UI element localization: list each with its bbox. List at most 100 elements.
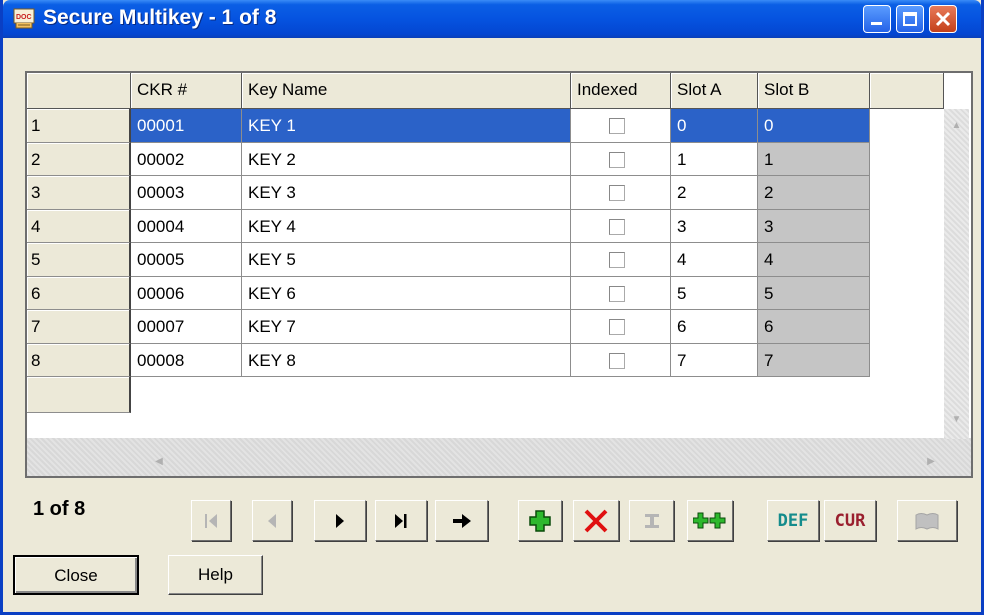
column-header-indexed[interactable]: Indexed	[571, 73, 671, 109]
next-record-icon	[336, 513, 344, 528]
title-bar[interactable]: DOC Secure Multikey - 1 of 8	[3, 0, 981, 38]
key-name-cell[interactable]: KEY 1	[242, 109, 571, 143]
indexed-checkbox[interactable]	[609, 285, 625, 302]
key-name-cell[interactable]: KEY 4	[242, 209, 571, 243]
last-record-button[interactable]	[375, 500, 427, 541]
key-name-cell[interactable]: KEY 3	[242, 176, 571, 210]
slot-a-cell[interactable]: 7	[671, 343, 758, 377]
minimize-icon	[871, 22, 882, 25]
row-selector[interactable]: 5	[27, 243, 131, 277]
indexed-cell[interactable]	[571, 310, 671, 344]
ckr-cell[interactable]: 00006	[131, 276, 242, 310]
scroll-left-arrow-icon[interactable]: ◀	[147, 451, 171, 473]
key-name-cell[interactable]: KEY 2	[242, 142, 571, 176]
slot-b-cell[interactable]: 6	[758, 310, 870, 344]
first-record-icon	[205, 513, 217, 528]
slot-b-cell[interactable]: 0	[758, 109, 870, 143]
ckr-cell[interactable]: 00004	[131, 209, 242, 243]
slot-b-cell[interactable]: 7	[758, 343, 870, 377]
edit-record-button[interactable]	[629, 500, 674, 541]
scroll-down-arrow-icon[interactable]: ▼	[944, 409, 969, 431]
key-name-cell[interactable]: KEY 5	[242, 243, 571, 277]
row-selector[interactable]: 2	[27, 142, 131, 176]
indexed-checkbox[interactable]	[609, 218, 625, 235]
secure-multikey-window: DOC Secure Multikey - 1 of 8 ▲ ▼ ◀ ▶ CKR…	[0, 0, 984, 615]
current-icon: CUR	[834, 510, 866, 531]
next-record-button[interactable]	[314, 500, 366, 541]
indexed-cell[interactable]	[571, 176, 671, 210]
ckr-cell[interactable]: 00003	[131, 176, 242, 210]
key-name-cell[interactable]: KEY 8	[242, 343, 571, 377]
key-name-cell[interactable]: KEY 6	[242, 276, 571, 310]
close-icon	[935, 11, 951, 27]
column-header-slot-b[interactable]: Slot B	[758, 73, 870, 109]
column-header-row-header[interactable]	[27, 73, 131, 109]
slot-a-cell[interactable]: 6	[671, 310, 758, 344]
row-selector[interactable]: 1	[27, 109, 131, 143]
indexed-cell[interactable]	[571, 343, 671, 377]
delete-record-button[interactable]	[573, 500, 619, 541]
maximize-icon	[903, 12, 917, 26]
vertical-scrollbar[interactable]: ▲ ▼	[944, 109, 969, 439]
slot-a-cell[interactable]: 5	[671, 276, 758, 310]
goto-record-button[interactable]	[435, 500, 488, 541]
row-selector[interactable]: 4	[27, 209, 131, 243]
first-record-button[interactable]	[191, 500, 231, 541]
prior-record-icon	[268, 513, 276, 528]
goto-arrow-icon	[452, 513, 471, 528]
close-button[interactable]: Close	[13, 555, 139, 595]
ckr-cell[interactable]: 00001	[131, 109, 242, 143]
minimize-button[interactable]	[863, 5, 891, 33]
keys-grid[interactable]: ▲ ▼ ◀ ▶ CKR # Key Name Indexed Slot A Slot B…	[25, 71, 973, 478]
row-selector[interactable]: 7	[27, 310, 131, 344]
key-name-cell[interactable]: KEY 7	[242, 310, 571, 344]
column-header-ckr-number[interactable]: CKR #	[131, 73, 242, 109]
slot-b-cell[interactable]: 3	[758, 209, 870, 243]
row-selector[interactable]: 3	[27, 176, 131, 210]
column-header-slot-a[interactable]: Slot A	[671, 73, 758, 109]
new-row-selector[interactable]	[27, 377, 131, 413]
slot-b-cell[interactable]: 4	[758, 243, 870, 277]
indexed-checkbox[interactable]	[609, 252, 625, 268]
refresh-button[interactable]	[687, 500, 733, 541]
def-button[interactable]: DEF	[767, 500, 819, 541]
cur-button[interactable]: CUR	[824, 500, 876, 541]
delete-x-icon	[584, 509, 608, 532]
default-icon: DEF	[777, 510, 809, 531]
scroll-up-arrow-icon[interactable]: ▲	[944, 115, 969, 137]
row-selector[interactable]: 6	[27, 276, 131, 310]
ckr-cell[interactable]: 00008	[131, 343, 242, 377]
slot-a-cell[interactable]: 2	[671, 176, 758, 210]
close-window-button[interactable]	[929, 5, 957, 33]
slot-a-cell[interactable]: 3	[671, 209, 758, 243]
help-button[interactable]: Help	[168, 555, 263, 595]
indexed-cell[interactable]	[571, 209, 671, 243]
slot-a-cell[interactable]: 0	[671, 109, 758, 143]
indexed-checkbox[interactable]	[609, 118, 625, 134]
last-record-icon	[395, 513, 407, 528]
indexed-checkbox[interactable]	[609, 352, 625, 369]
prior-record-button[interactable]	[252, 500, 292, 541]
slot-a-cell[interactable]: 4	[671, 243, 758, 277]
indexed-checkbox[interactable]	[609, 185, 625, 201]
slot-b-cell[interactable]: 1	[758, 142, 870, 176]
ckr-cell[interactable]: 00007	[131, 310, 242, 344]
indexed-cell[interactable]	[571, 109, 671, 143]
book-button[interactable]	[897, 500, 957, 541]
slot-b-cell[interactable]: 2	[758, 176, 870, 210]
record-count: 1 of 8	[33, 498, 86, 520]
slot-b-cell[interactable]: 5	[758, 276, 870, 310]
slot-a-cell[interactable]: 1	[671, 142, 758, 176]
indexed-cell[interactable]	[571, 243, 671, 277]
ckr-cell[interactable]: 00002	[131, 142, 242, 176]
insert-record-button[interactable]	[518, 500, 562, 541]
indexed-checkbox[interactable]	[609, 151, 625, 168]
indexed-checkbox[interactable]	[609, 319, 625, 335]
indexed-cell[interactable]	[571, 276, 671, 310]
row-selector[interactable]: 8	[27, 343, 131, 377]
ckr-cell[interactable]: 00005	[131, 243, 242, 277]
column-header-key-name[interactable]: Key Name	[242, 73, 571, 109]
scroll-right-arrow-icon[interactable]: ▶	[919, 451, 943, 473]
maximize-button[interactable]	[896, 5, 924, 33]
indexed-cell[interactable]	[571, 142, 671, 176]
